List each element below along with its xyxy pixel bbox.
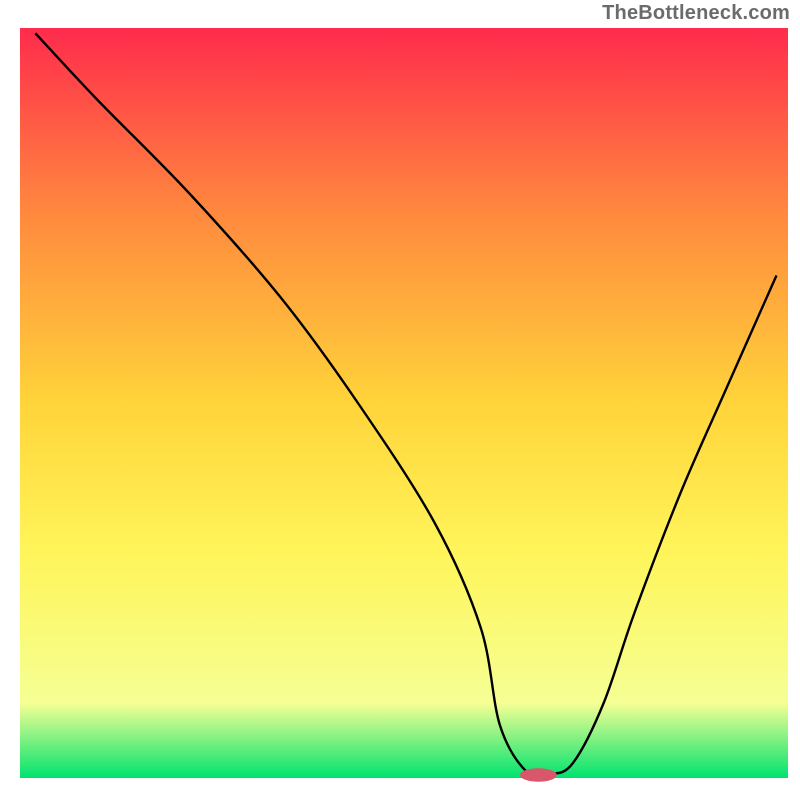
bottleneck-chart: [0, 0, 800, 800]
plot-background: [20, 28, 788, 778]
optimal-marker: [520, 768, 557, 782]
